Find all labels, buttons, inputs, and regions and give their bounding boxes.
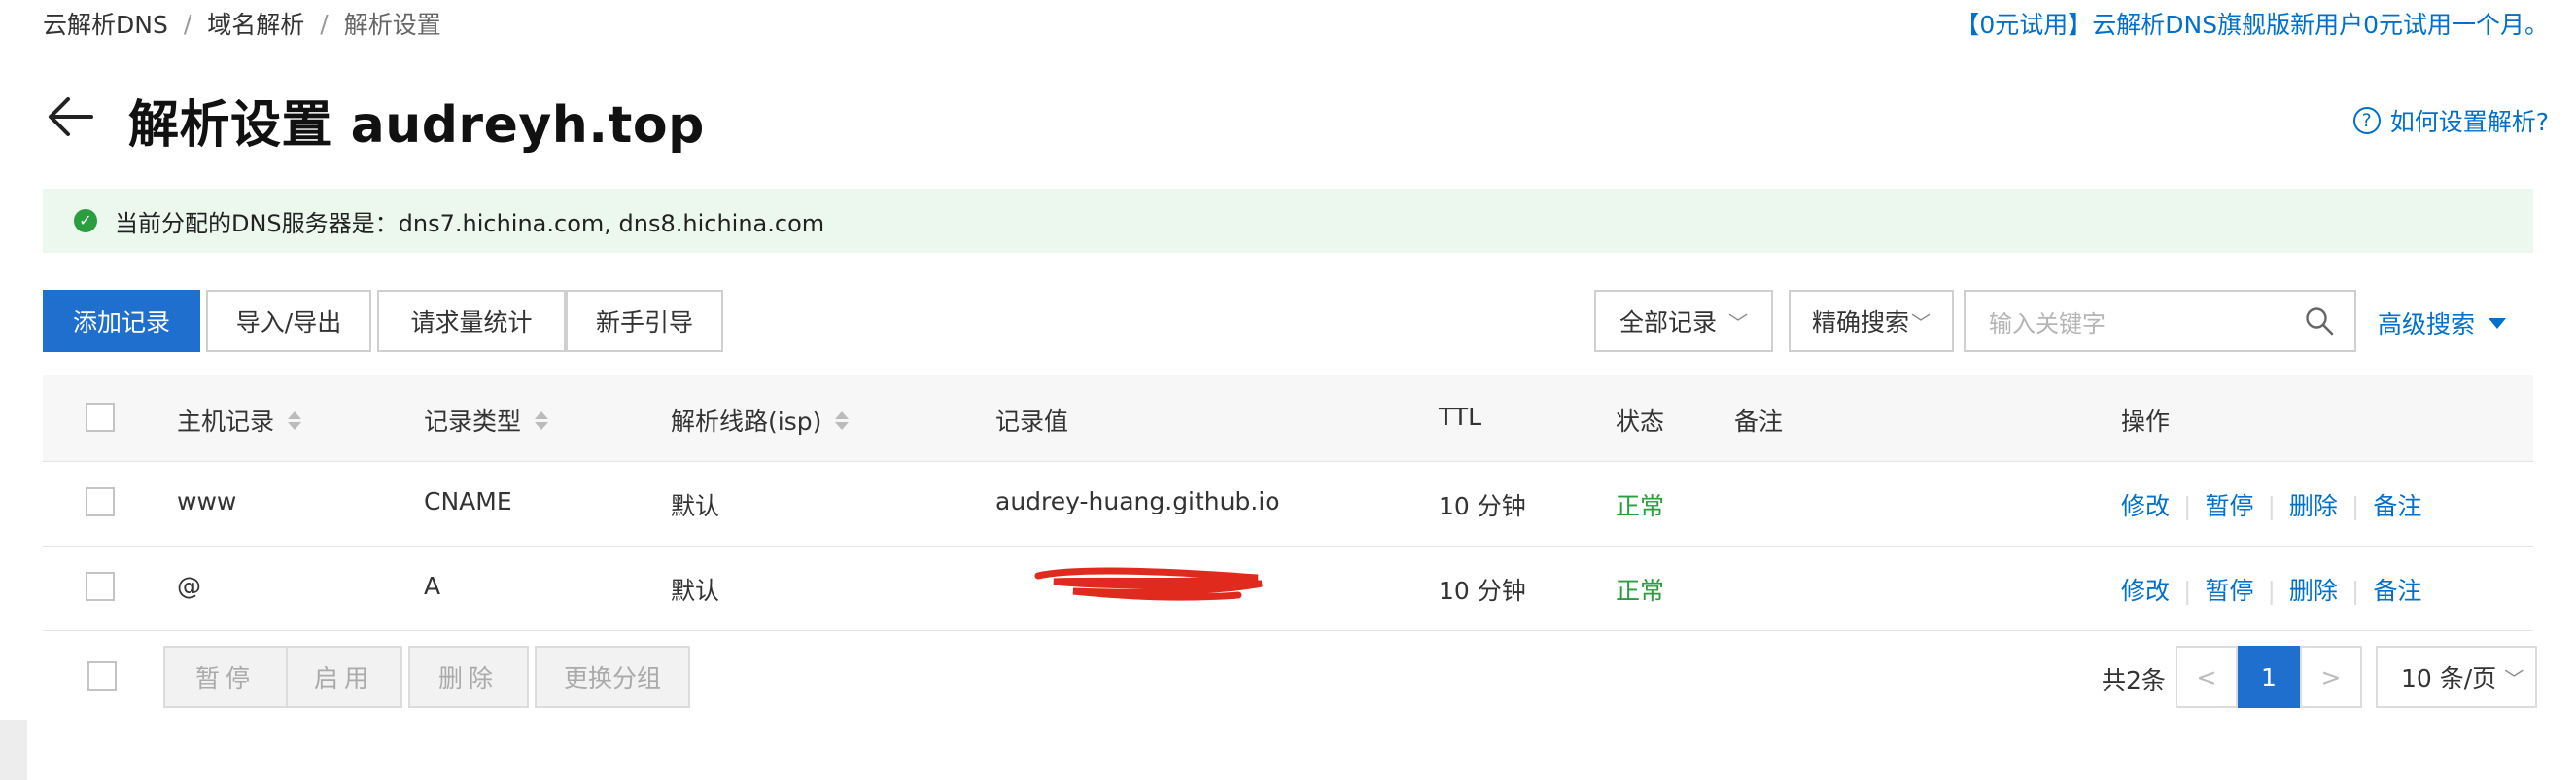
chevron-down-icon: ﹀ [1911, 310, 1932, 335]
help-link[interactable]: ? 如何设置解析? [2352, 103, 2549, 138]
divider: | [2350, 577, 2360, 605]
row-checkbox[interactable] [86, 487, 115, 516]
cell-host: www [177, 487, 237, 515]
edit-link[interactable]: 修改 [2121, 577, 2170, 605]
select-all-checkbox[interactable] [86, 403, 115, 432]
divider: | [2350, 492, 2360, 520]
breadcrumb-separator: / [183, 9, 192, 38]
delete-link[interactable]: 删除 [2289, 492, 2338, 520]
search-input[interactable]: 输入关键字 [1964, 290, 2356, 352]
breadcrumb: 云解析DNS / 域名解析 / 解析设置 [43, 6, 441, 41]
bulk-delete-button[interactable]: 删除 [408, 646, 529, 708]
header-host[interactable]: 主机记录 [177, 403, 302, 438]
table-header: 主机记录 记录类型 解析线路(isp) 记录值 TTL 状态 备注 操作 [43, 375, 2533, 462]
promo-link[interactable]: 【0元试用】云解析DNS旗舰版新用户0元试用一个月。 [1955, 6, 2549, 41]
page-size-value: 10 条/页 [2401, 664, 2497, 692]
search-placeholder: 输入关键字 [1989, 309, 2106, 337]
dns-server-text: 当前分配的DNS服务器是：dns7.hichina.com, dns8.hich… [115, 209, 825, 237]
status-badge: 正常 [1616, 577, 1665, 605]
advanced-search-label: 高级搜索 [2378, 310, 2476, 338]
page-size-select[interactable]: 10 条/页 ﹀ [2376, 646, 2537, 708]
cell-line: 默认 [671, 577, 720, 605]
cell-line: 默认 [671, 492, 720, 520]
sort-icon[interactable] [288, 410, 302, 430]
search-mode-select[interactable]: 精确搜索 ﹀ [1789, 290, 1954, 352]
divider: | [2267, 577, 2276, 605]
record-filter-value: 全部记录 [1619, 308, 1718, 337]
breadcrumb-separator: / [320, 9, 329, 38]
redaction-scribble [1034, 567, 1263, 601]
header-value: 记录值 [995, 408, 1069, 436]
sort-icon[interactable] [835, 410, 850, 430]
divider: | [2183, 577, 2192, 605]
breadcrumb-item-dns[interactable]: 云解析DNS [43, 6, 168, 41]
import-export-button[interactable]: 导入/导出 [206, 290, 371, 352]
check-circle-icon: ✓ [74, 209, 97, 232]
prev-page-button[interactable]: < [2176, 646, 2238, 708]
header-status: 状态 [1616, 408, 1665, 436]
row-actions: 修改 | 暂停 | 删除 | 备注 [2121, 487, 2421, 522]
cell-type: A [424, 572, 441, 600]
dns-server-notice: ✓ 当前分配的DNS服务器是：dns7.hichina.com, dns8.hi… [43, 189, 2533, 253]
delete-link[interactable]: 删除 [2289, 577, 2338, 605]
table-row: @ A 默认 10 分钟 正常 修改 | 暂停 | 删除 | 备注 [43, 547, 2533, 631]
bulk-pause-button[interactable]: 暂停 [163, 646, 288, 708]
edit-link[interactable]: 修改 [2121, 492, 2170, 520]
guide-button[interactable]: 新手引导 [566, 290, 723, 352]
header-type[interactable]: 记录类型 [424, 403, 549, 438]
breadcrumb-item-domain[interactable]: 域名解析 [207, 6, 304, 41]
cell-value: audrey-huang.github.io [995, 487, 1280, 515]
add-record-button[interactable]: 添加记录 [43, 290, 200, 352]
help-link-label: 如何设置解析? [2389, 108, 2549, 136]
next-page-button[interactable]: > [2300, 646, 2362, 708]
header-ops: 操作 [2121, 408, 2171, 436]
status-badge: 正常 [1616, 492, 1665, 520]
search-mode-value: 精确搜索 [1812, 308, 1910, 337]
guide-button-label: 新手引导 [595, 308, 693, 337]
header-host-label: 主机记录 [177, 408, 275, 436]
back-arrow-icon[interactable] [43, 89, 97, 144]
bulk-enable-button[interactable]: 启用 [286, 646, 402, 708]
table-row: www CNAME 默认 audrey-huang.github.io 10 分… [43, 462, 2533, 547]
remark-link[interactable]: 备注 [2373, 492, 2421, 520]
row-checkbox[interactable] [86, 572, 115, 601]
header-line-label: 解析线路(isp) [671, 408, 822, 436]
page-corner-decoration [0, 720, 27, 780]
search-icon[interactable] [2304, 305, 2335, 337]
request-stats-button[interactable]: 请求量统计 [377, 290, 566, 352]
page-title: 解析设置 audreyh.top [128, 96, 705, 155]
bulk-select-checkbox[interactable] [87, 661, 117, 691]
chevron-down-icon: ﹀ [2504, 666, 2524, 691]
row-actions: 修改 | 暂停 | 删除 | 备注 [2121, 572, 2421, 607]
divider: | [2183, 492, 2192, 520]
sort-icon[interactable] [535, 410, 549, 430]
caret-down-icon [2489, 317, 2507, 329]
cell-host: @ [177, 572, 201, 600]
cell-type: CNAME [424, 487, 512, 515]
help-icon: ? [2352, 107, 2381, 134]
cell-ttl: 10 分钟 [1439, 577, 1526, 605]
header-remark: 备注 [1734, 408, 1784, 436]
header-type-label: 记录类型 [424, 408, 522, 436]
header-line[interactable]: 解析线路(isp) [671, 403, 850, 438]
change-group-button[interactable]: 更换分组 [535, 646, 690, 708]
header-ttl: TTL [1439, 403, 1482, 431]
pause-link[interactable]: 暂停 [2205, 492, 2253, 520]
breadcrumb-item-current: 解析设置 [343, 11, 441, 39]
chevron-down-icon: ﹀ [1728, 310, 1749, 335]
page-1-button[interactable]: 1 [2238, 646, 2300, 708]
total-count: 共2条 [2102, 666, 2166, 694]
divider: | [2267, 492, 2276, 520]
record-filter-select[interactable]: 全部记录 ﹀ [1594, 290, 1773, 352]
pause-link[interactable]: 暂停 [2205, 577, 2253, 605]
remark-link[interactable]: 备注 [2373, 577, 2421, 605]
cell-ttl: 10 分钟 [1439, 492, 1526, 520]
advanced-search-link[interactable]: 高级搜索 [2378, 305, 2507, 340]
